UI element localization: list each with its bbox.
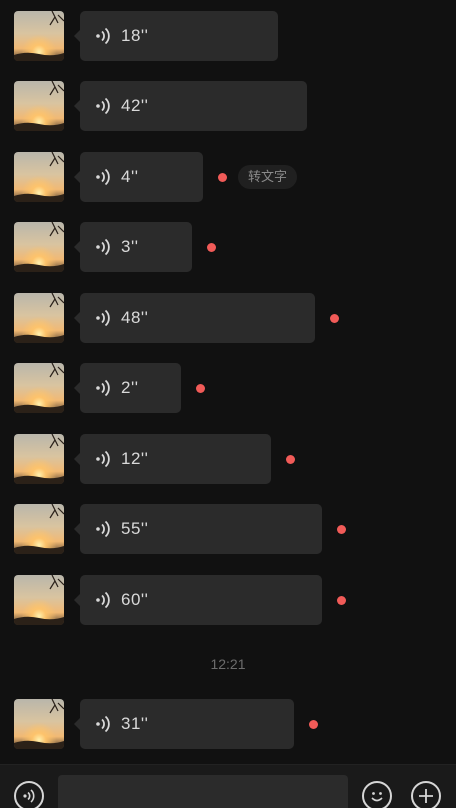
message-row: 18'': [0, 11, 456, 61]
message-input[interactable]: [58, 775, 348, 808]
avatar[interactable]: [14, 11, 64, 61]
message-row: 4'' 转文字: [0, 152, 456, 202]
voice-message-bubble[interactable]: 18'': [74, 11, 278, 61]
voice-wave-icon: [96, 379, 110, 397]
unread-dot: [309, 720, 318, 729]
voice-wave-icon: [96, 591, 110, 609]
voice-duration: 60'': [121, 590, 149, 609]
avatar[interactable]: [14, 575, 64, 625]
voice-duration: 4'': [121, 167, 139, 186]
avatar[interactable]: [14, 222, 64, 272]
voice-wave-icon: [96, 97, 110, 115]
message-row: 2'': [0, 363, 456, 413]
unread-dot: [337, 596, 346, 605]
voice-wave-icon: [96, 450, 110, 468]
voice-duration: 18'': [121, 26, 149, 45]
unread-dot: [337, 525, 346, 534]
voice-message-bubble[interactable]: 4'': [74, 152, 203, 202]
avatar[interactable]: [14, 152, 64, 202]
unread-dot: [286, 455, 295, 464]
voice-wave-icon: [96, 238, 110, 256]
voice-wave-icon: [96, 309, 110, 327]
voice-mode-icon[interactable]: [14, 781, 44, 808]
avatar[interactable]: [14, 434, 64, 484]
convert-to-text-button[interactable]: 转文字: [238, 165, 298, 189]
voice-wave-icon: [96, 168, 110, 186]
unread-dot: [207, 243, 216, 252]
voice-message-bubble[interactable]: 12'': [74, 434, 271, 484]
chat-input-bar: [0, 764, 456, 808]
voice-message-bubble[interactable]: 42'': [74, 81, 307, 131]
voice-message-bubble[interactable]: 3'': [74, 222, 192, 272]
message-row: 60'': [0, 575, 456, 625]
voice-message-bubble[interactable]: 60'': [74, 575, 322, 625]
voice-wave-icon: [96, 27, 110, 45]
unread-dot: [218, 173, 227, 182]
chat-timestamp: 12:21: [210, 656, 246, 672]
voice-duration: 31'': [121, 714, 149, 733]
emoji-icon[interactable]: [362, 781, 392, 808]
message-row: 42'': [0, 81, 456, 131]
avatar[interactable]: [14, 81, 64, 131]
voice-message-bubble[interactable]: 48'': [74, 293, 315, 343]
voice-duration: 3'': [121, 237, 139, 256]
voice-message-bubble[interactable]: 2'': [74, 363, 181, 413]
voice-wave-icon: [96, 715, 110, 733]
chat-screen: 18'' 42'' 4'' 转文字 3'' 48'' 2'' 12'' 55''…: [0, 0, 456, 808]
voice-message-bubble[interactable]: 55'': [74, 504, 322, 554]
plus-icon[interactable]: [411, 781, 441, 808]
avatar[interactable]: [14, 504, 64, 554]
message-row: 55'': [0, 504, 456, 554]
avatar[interactable]: [14, 363, 64, 413]
message-row: 3'': [0, 222, 456, 272]
unread-dot: [196, 384, 205, 393]
unread-dot: [330, 314, 339, 323]
voice-duration: 2'': [121, 378, 139, 397]
avatar[interactable]: [14, 293, 64, 343]
avatar[interactable]: [14, 699, 64, 749]
message-row: 48'': [0, 293, 456, 343]
voice-message-bubble[interactable]: 31'': [74, 699, 294, 749]
voice-wave-icon: [96, 520, 110, 538]
message-row: 31'': [0, 699, 456, 749]
message-row: 12'': [0, 434, 456, 484]
voice-duration: 55'': [121, 519, 149, 538]
voice-duration: 42'': [121, 96, 149, 115]
voice-duration: 48'': [121, 308, 149, 327]
voice-duration: 12'': [121, 449, 149, 468]
